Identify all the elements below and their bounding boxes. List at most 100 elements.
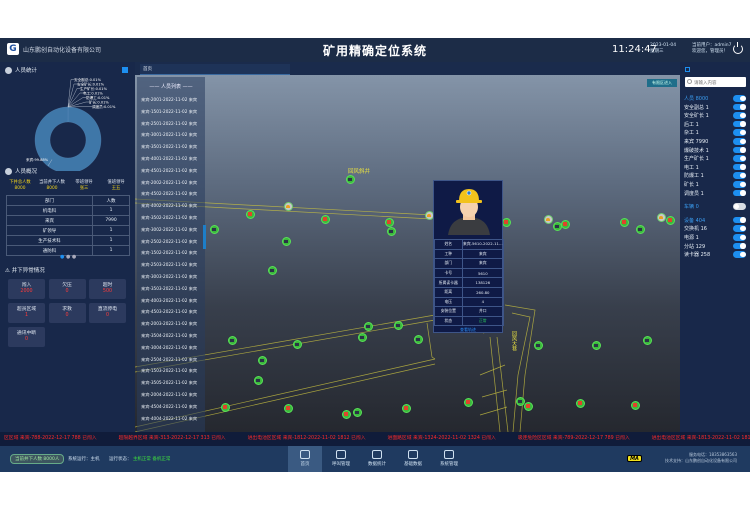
alarm-marker[interactable] xyxy=(283,403,293,413)
restricted-area-button[interactable]: 有限区进入 xyxy=(647,79,677,87)
alarm-marker[interactable] xyxy=(560,219,570,229)
person-list[interactable]: —— 人员列表 —— 来宾-2001-2022-11-02 来宾 来宾-1501-… xyxy=(137,77,205,432)
pagination-dots[interactable]: ● ● ● xyxy=(60,254,76,260)
map-view[interactable]: 回风斜井 回风大巷 —— 人员列表 —— 来宾-2001-2022-11-02 … xyxy=(135,75,680,432)
device-marker[interactable] xyxy=(253,375,263,385)
alarm-marker[interactable] xyxy=(665,215,675,225)
nav-item[interactable]: 呼叫管理 xyxy=(324,446,358,472)
list-item[interactable]: 来宾-4004-2022-11-02 来宾 xyxy=(141,416,197,422)
filter-toggle[interactable] xyxy=(733,225,746,232)
device-marker[interactable] xyxy=(281,236,291,246)
filter-toggle[interactable] xyxy=(733,146,746,154)
list-item[interactable]: 来宾-1502-2022-11-02 来宾 xyxy=(141,250,197,256)
alarm-marker[interactable] xyxy=(384,217,394,227)
device-marker[interactable] xyxy=(515,396,525,406)
list-item[interactable]: 来宾-3505-2022-11-02 来宾 xyxy=(141,380,197,386)
list-item[interactable]: 来宾-2501-2022-11-02 来宾 xyxy=(141,121,197,127)
filter-toggle[interactable] xyxy=(733,216,746,224)
list-item[interactable]: 来宾-3502-2022-11-02 来宾 xyxy=(141,215,197,221)
list-item[interactable]: 来宾-1503-2022-11-02 来宾 xyxy=(141,368,197,374)
list-item[interactable]: 来宾-2003-2022-11-02 来宾 xyxy=(141,321,197,327)
user-info[interactable]: 当前用户：admin7 欢迎您，管理员！ xyxy=(692,43,731,55)
device-marker[interactable] xyxy=(393,320,403,330)
device-marker[interactable] xyxy=(209,224,219,234)
nav-item[interactable]: 基础数据 xyxy=(396,446,430,472)
list-item[interactable]: 来宾-2504-2022-11-02 来宾 xyxy=(141,357,197,363)
device-marker[interactable] xyxy=(413,334,423,344)
filter-toggle[interactable] xyxy=(733,172,746,179)
device-marker[interactable] xyxy=(345,174,355,184)
tab-home[interactable]: 首页 xyxy=(140,64,290,75)
filter-toggle[interactable] xyxy=(733,155,746,162)
alarm-card[interactable]: 求救 0 xyxy=(48,303,86,323)
alarm-card[interactable]: 欠压 0 xyxy=(48,279,86,299)
filter-toggle[interactable] xyxy=(733,112,746,119)
person-marker[interactable] xyxy=(656,212,666,222)
alarm-card[interactable]: 闯入 2000 xyxy=(8,279,45,299)
grid-icon[interactable] xyxy=(122,67,128,73)
view-track-link[interactable]: 查看轨迹 xyxy=(434,327,502,333)
device-marker[interactable] xyxy=(386,226,396,236)
alarm-marker[interactable] xyxy=(401,403,411,413)
filter-toggle[interactable] xyxy=(733,120,746,128)
list-item[interactable]: 来宾-4501-2022-11-02 来宾 xyxy=(141,168,197,174)
filter-toggle[interactable] xyxy=(733,129,746,136)
list-item[interactable]: 来宾-2502-2022-11-02 来宾 xyxy=(141,239,197,245)
menu-icon[interactable] xyxy=(685,67,690,72)
filter-toggle[interactable] xyxy=(733,95,746,102)
filter-toggle[interactable] xyxy=(733,181,746,188)
person-marker[interactable] xyxy=(283,201,293,211)
list-item[interactable]: 来宾-3003-2022-11-02 来宾 xyxy=(141,274,197,280)
alarm-marker[interactable] xyxy=(463,397,473,407)
device-marker[interactable] xyxy=(591,340,601,350)
alarm-marker[interactable] xyxy=(245,209,255,219)
list-item[interactable]: 来宾-4003-2022-11-02 来宾 xyxy=(141,298,197,304)
device-marker[interactable] xyxy=(227,335,237,345)
filter-toggle[interactable] xyxy=(733,203,746,210)
device-marker[interactable] xyxy=(357,332,367,342)
list-item[interactable]: 来宾-4502-2022-11-02 来宾 xyxy=(141,191,197,197)
alarm-card[interactable]: 超员区域 1 xyxy=(8,303,45,323)
collapse-handle[interactable] xyxy=(203,225,206,249)
list-item[interactable]: 来宾-4503-2022-11-02 来宾 xyxy=(141,309,197,315)
alarm-card[interactable]: 直流停电 0 xyxy=(89,303,126,323)
list-item[interactable]: 来宾-4504-2022-11-02 来宾 xyxy=(141,404,197,410)
alarm-marker[interactable] xyxy=(619,217,629,227)
list-item[interactable]: 来宾-1501-2022-11-02 来宾 xyxy=(141,109,197,115)
device-marker[interactable] xyxy=(363,321,373,331)
filter-toggle[interactable] xyxy=(733,234,746,241)
alarm-marker[interactable] xyxy=(523,401,533,411)
filter-toggle[interactable] xyxy=(733,189,746,197)
alarm-card[interactable]: 超时 500 xyxy=(89,279,126,299)
list-item[interactable]: 来宾-3504-2022-11-02 来宾 xyxy=(141,333,197,339)
alarm-marker[interactable] xyxy=(575,398,585,408)
list-item[interactable]: 来宾-3501-2022-11-02 来宾 xyxy=(141,144,197,150)
list-item[interactable]: 来宾-3001-2022-11-02 来宾 xyxy=(141,132,197,138)
list-item[interactable]: 来宾-2002-2022-11-02 来宾 xyxy=(141,180,197,186)
list-item[interactable]: 来宾-2001-2022-11-02 来宾 xyxy=(141,97,197,103)
device-marker[interactable] xyxy=(292,339,302,349)
alarm-marker[interactable] xyxy=(220,402,230,412)
nav-item[interactable]: 数据统计 xyxy=(360,446,394,472)
search-input[interactable] xyxy=(694,78,744,86)
alarm-marker[interactable] xyxy=(320,214,330,224)
alarm-marker[interactable] xyxy=(341,409,351,419)
filter-toggle[interactable] xyxy=(733,103,746,111)
power-icon[interactable] xyxy=(733,42,743,54)
nav-item[interactable]: 首页 xyxy=(288,446,322,472)
filter-toggle[interactable] xyxy=(733,163,746,171)
filter-toggle[interactable] xyxy=(733,138,746,145)
list-item[interactable]: 来宾-4002-2022-11-02 来宾 xyxy=(141,203,197,209)
list-item[interactable]: 来宾-3503-2022-11-02 来宾 xyxy=(141,286,197,292)
filter-toggle[interactable] xyxy=(733,242,746,250)
device-marker[interactable] xyxy=(257,355,267,365)
list-item[interactable]: 来宾-2503-2022-11-02 来宾 xyxy=(141,262,197,268)
device-marker[interactable] xyxy=(635,224,645,234)
list-item[interactable]: 来宾-2004-2022-11-02 来宾 xyxy=(141,392,197,398)
device-marker[interactable] xyxy=(352,407,362,417)
filter-toggle[interactable] xyxy=(733,251,746,258)
nav-item[interactable]: 系统管理 xyxy=(432,446,466,472)
alarm-marker[interactable] xyxy=(630,400,640,410)
device-marker[interactable] xyxy=(642,335,652,345)
list-item[interactable]: 来宾-4001-2022-11-02 来宾 xyxy=(141,156,197,162)
